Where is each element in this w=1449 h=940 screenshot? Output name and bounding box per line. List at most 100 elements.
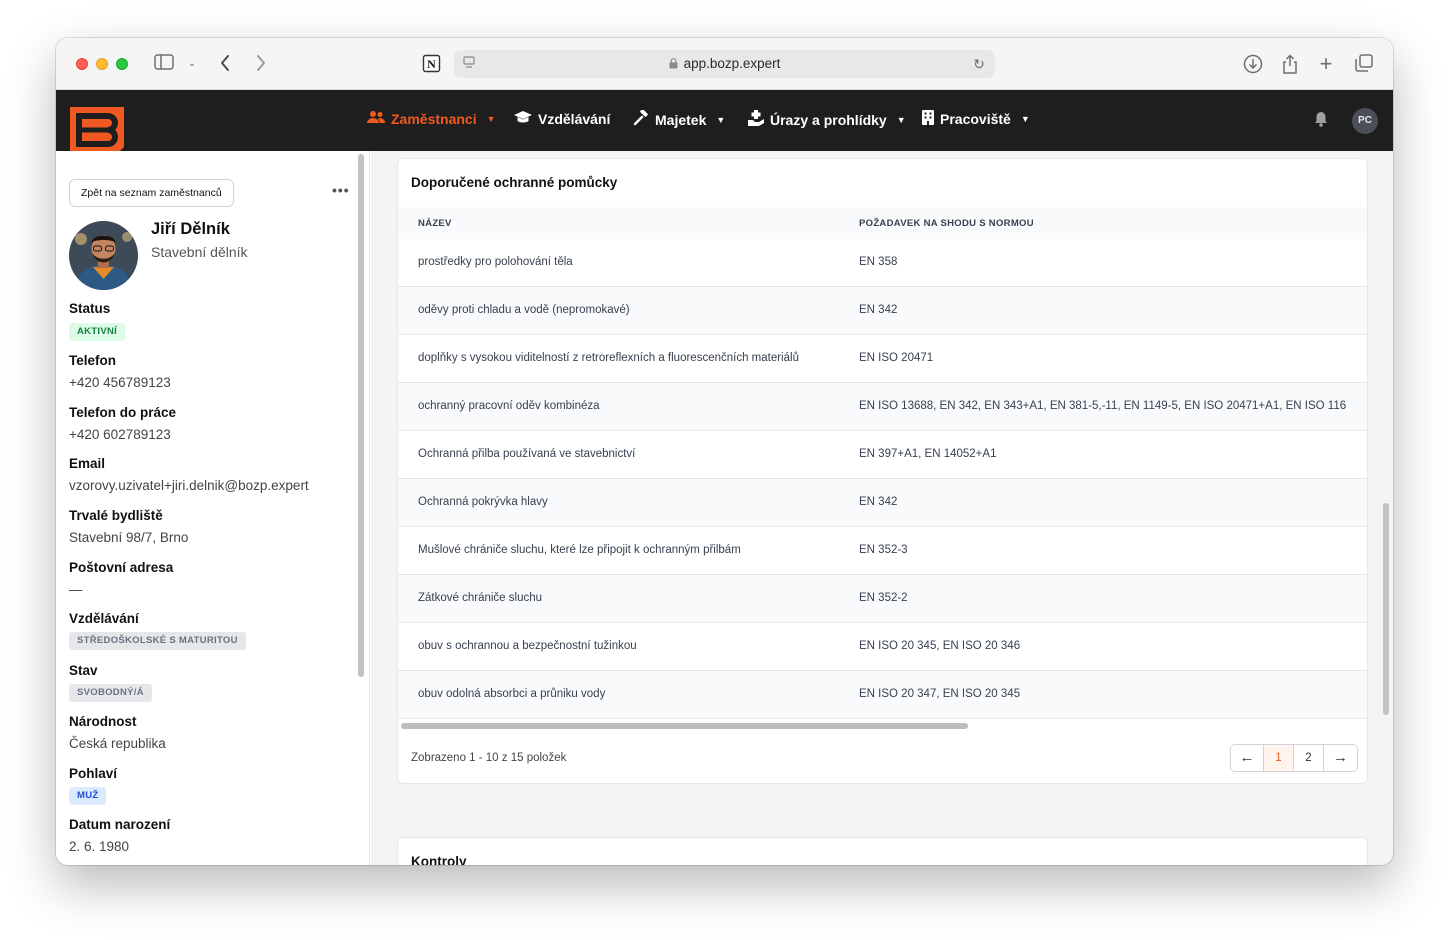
bell-icon[interactable] [1314,111,1328,130]
table-header: NÁZEV POŽADAVEK NA SHODU S NORMOU [398,207,1367,239]
lock-icon [669,57,678,69]
nav-employees-label: Zaměstnanci [391,110,477,127]
cell-standard: EN 342 [859,496,898,508]
birth-date-value: 2. 6. 1980 [69,839,130,854]
zoom-window-button[interactable] [116,58,128,70]
cell-standard: EN 352-3 [859,544,908,556]
nav-workplace-label: Pracoviště [940,111,1011,127]
gender-badge: MUŽ [69,787,107,805]
next-page-button[interactable]: → [1324,745,1357,771]
employee-photo [69,221,138,290]
sidebar-toggle-icon[interactable] [153,54,175,74]
cell-name: ochranný pracovní oděv kombinéza [418,400,600,412]
nav-workplace[interactable]: Pracoviště ▼ [922,110,1030,128]
cell-name: Ochranná pokrývka hlavy [418,496,548,508]
cell-name: Ochranná přilba používaná ve stavebnictv… [418,448,636,460]
cell-standard: EN ISO 20 345, EN ISO 20 346 [859,640,1021,652]
employee-sidebar: Zpět na seznam zaměstnanců ••• Jiří Děln… [56,151,370,865]
postal-address-label: Poštovní adresa [69,560,174,575]
birth-date-label: Datum narození [69,817,171,832]
cell-name: Zátkové chrániče sluchu [418,592,543,604]
minimize-window-button[interactable] [96,58,108,70]
page-1-button[interactable]: 1 [1264,745,1294,771]
table-row[interactable]: prostředky pro polohování těla EN 358 [398,239,1367,287]
browser-window: ⌄ N app.bozp.expert ↻ + Zaměstnanci ▼ Vz… [56,38,1393,865]
cell-standard: EN ISO 20471 [859,352,934,364]
nav-assets-label: Majetek [655,111,707,128]
chevron-down-icon: ▼ [1020,114,1030,124]
forward-arrow-icon[interactable] [252,54,270,76]
column-header-name[interactable]: NÁZEV [418,218,452,229]
table-row[interactable]: Ochranná pokrývka hlavy EN 342 [398,479,1367,527]
user-avatar[interactable]: PC [1352,108,1378,134]
table-row[interactable]: oděvy proti chladu a vodě (nepromokavé) … [398,287,1367,335]
graduation-cap-icon [514,110,532,127]
marital-status-badge: SVOBODNÝ/Á [69,684,152,702]
status-label: Status [69,301,111,316]
work-phone-value: +420 602789123 [69,427,171,442]
cell-standard: EN 352-2 [859,592,908,604]
table-row[interactable]: Ochranná přilba používaná ve stavebnictv… [398,431,1367,479]
reload-icon[interactable]: ↻ [972,54,986,74]
cell-name: oděvy proti chladu a vodě (nepromokavé) [418,304,630,316]
postal-address-value: — [69,582,83,597]
table-row[interactable]: ochranný pracovní oděv kombinéza EN ISO … [398,383,1367,431]
page-2-button[interactable]: 2 [1294,745,1324,771]
phone-label: Telefon [69,353,116,368]
table-row[interactable]: doplňky s vysokou viditelností z retrore… [398,335,1367,383]
close-window-button[interactable] [76,58,88,70]
gender-label: Pohlaví [69,766,118,781]
phone-value: +420 456789123 [69,375,171,390]
cell-standard: EN ISO 20 347, EN ISO 20 345 [859,688,1021,700]
employee-role: Stavební dělník [151,244,248,260]
hammer-icon [633,109,649,129]
share-icon[interactable] [1280,54,1300,78]
url-text: app.bozp.expert [683,56,781,71]
nav-education[interactable]: Vzdělávání [514,110,610,127]
chevron-down-icon[interactable]: ⌄ [186,54,198,74]
table-horizontal-scrollbar[interactable] [401,723,968,729]
email-label: Email [69,456,106,471]
chevron-down-icon: ▼ [486,113,496,124]
email-value[interactable]: vzorovy.uzivatel+jiri.delnik@bozp.expert [69,478,309,493]
tab-overview-icon[interactable] [1354,54,1374,76]
address-value: Stavební 98/7, Brno [69,530,189,545]
address-bar[interactable]: app.bozp.expert ↻ [454,50,995,78]
nav-assets[interactable]: Majetek ▼ [633,109,726,129]
cell-name: prostředky pro polohování těla [418,256,573,268]
browser-toolbar: ⌄ N app.bozp.expert ↻ + [56,38,1393,90]
cell-name: obuv s ochrannou a bezpečnostní tužinkou [418,640,637,652]
more-options-icon[interactable]: ••• [332,182,350,198]
notion-icon[interactable]: N [421,54,441,77]
nationality-label: Národnost [69,714,137,729]
checks-card: Kontroly [397,837,1368,865]
previous-page-button[interactable]: ← [1231,745,1264,771]
marital-status-label: Stav [69,663,98,678]
table-row[interactable]: Mušlové chrániče sluchu, které lze připo… [398,527,1367,575]
table-row[interactable]: Zátkové chrániče sluchu EN 352-2 [398,575,1367,623]
cell-standard: EN 358 [859,256,898,268]
ppe-card-title: Doporučené ochranné pomůcky [411,175,618,190]
pagination-summary: Zobrazeno 1 - 10 z 15 položek [411,752,567,764]
table-row[interactable]: obuv s ochrannou a bezpečnostní tužinkou… [398,623,1367,671]
cell-name: Mušlové chrániče sluchu, které lze připo… [418,544,741,556]
ppe-card: Doporučené ochranné pomůcky NÁZEV POŽADA… [397,158,1368,784]
column-header-standard[interactable]: POŽADAVEK NA SHODU S NORMOU [859,218,1034,229]
main-scrollbar[interactable] [1383,503,1389,715]
chevron-down-icon: ▼ [716,114,726,125]
cell-standard: EN ISO 13688, EN 342, EN 343+A1, EN 381-… [859,400,1347,412]
new-tab-icon[interactable]: + [1316,53,1336,75]
nav-employees[interactable]: Zaměstnanci ▼ [367,110,496,127]
back-to-employees-button[interactable]: Zpět na seznam zaměstnanců [69,179,234,207]
main-content: Doporučené ochranné pomůcky NÁZEV POŽADA… [371,151,1393,865]
education-label: Vzdělávání [69,611,139,626]
nav-education-label: Vzdělávání [538,110,611,127]
table-row[interactable]: obuv odolná absorbci a průniku vody EN I… [398,671,1367,719]
sidebar-scrollbar[interactable] [358,154,364,677]
svg-text:N: N [427,57,436,71]
nav-injuries[interactable]: Úrazy a prohlídky ▼ [748,110,906,129]
education-badge: STŘEDOŠKOLSKÉ S MATURITOU [69,632,246,650]
cell-standard: EN 342 [859,304,898,316]
back-arrow-icon[interactable] [216,54,234,76]
download-icon[interactable] [1242,54,1264,78]
